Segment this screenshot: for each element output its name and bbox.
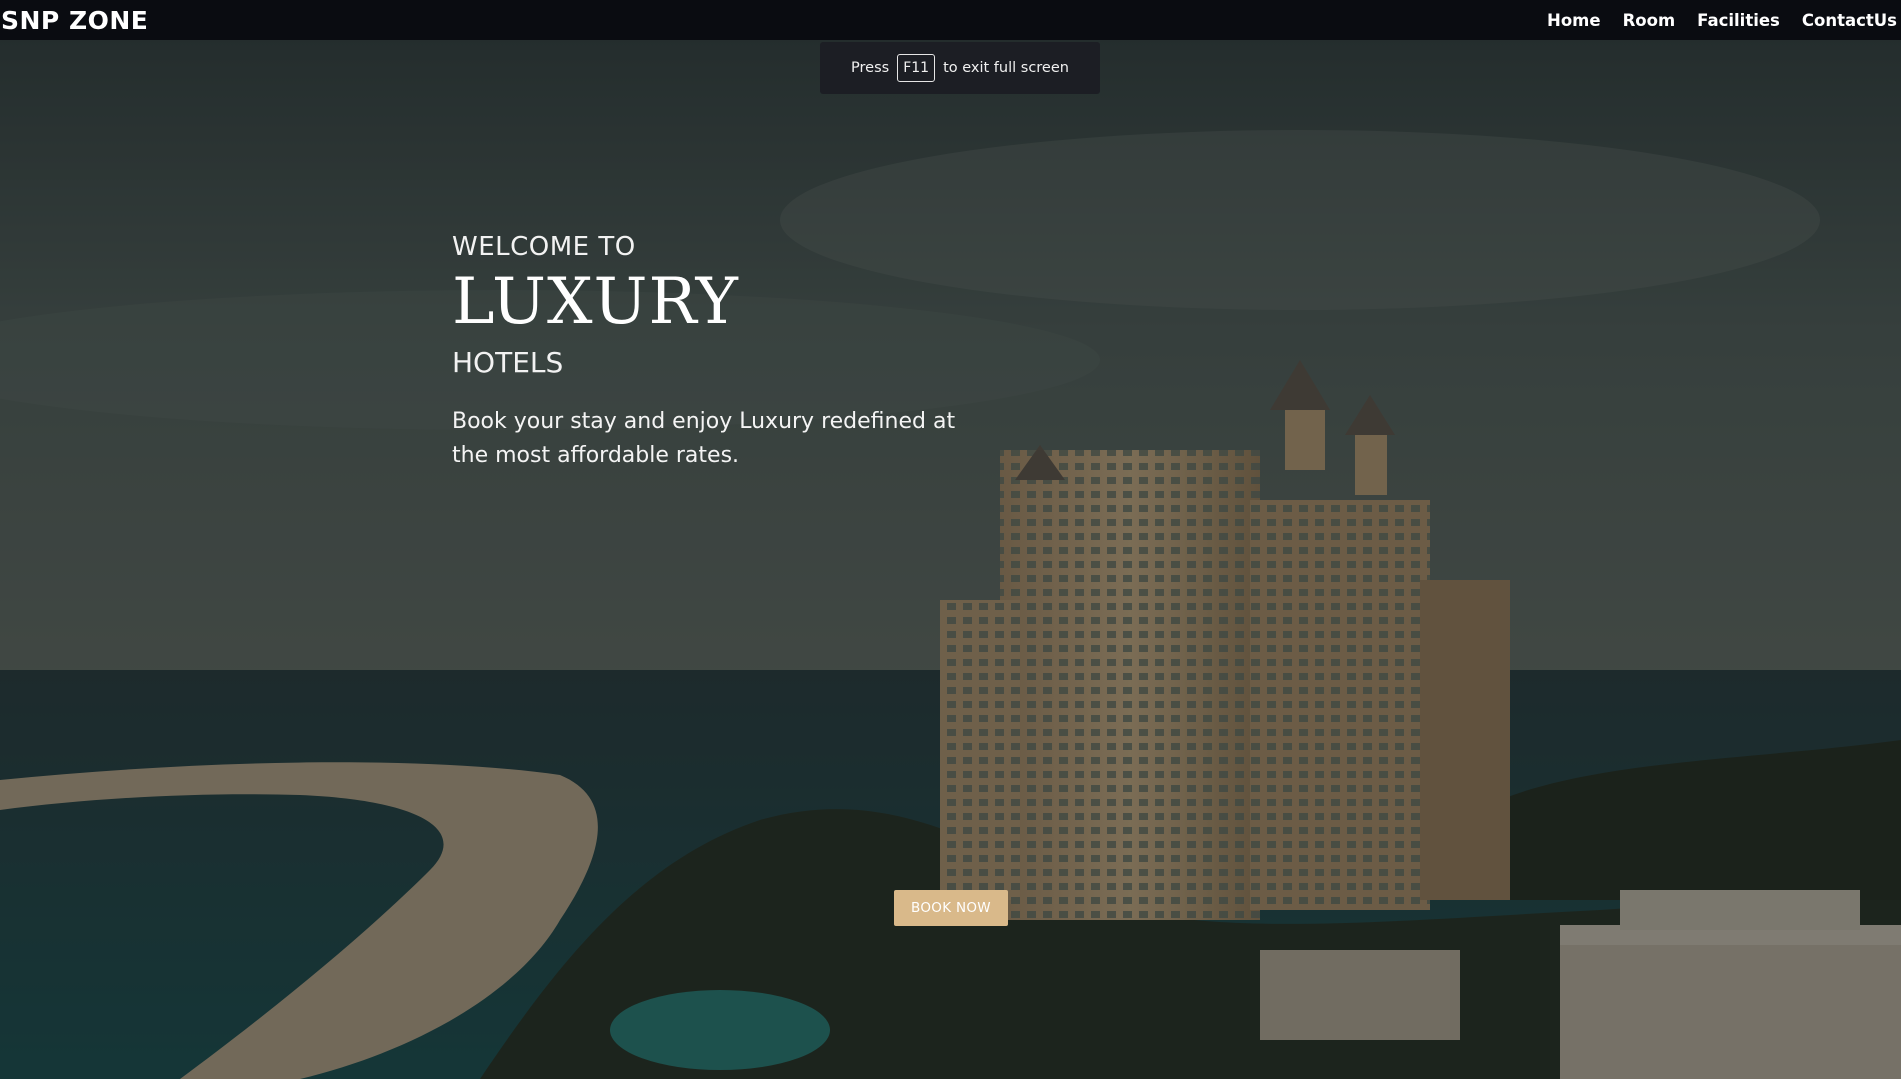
nav-link-room[interactable]: Room (1623, 11, 1676, 30)
book-now-button[interactable]: BOOK NOW (894, 890, 1008, 926)
hero-headline: LUXURY (452, 265, 739, 339)
top-navbar: SNP ZONE Home Room Facilities ContactUs (0, 0, 1901, 40)
hero-welcome-text: WELCOME TO (452, 232, 636, 262)
brand-logo[interactable]: SNP ZONE (0, 6, 148, 35)
fullscreen-notice-suffix: to exit full screen (943, 60, 1069, 76)
nav-link-facilities[interactable]: Facilities (1697, 11, 1780, 30)
nav-link-contactus[interactable]: ContactUs (1802, 11, 1897, 30)
hero-text-block: WELCOME TO LUXURY HOTELS Book your stay … (452, 232, 972, 473)
hero-tagline: Book your stay and enjoy Luxury redefine… (452, 409, 956, 468)
hero-subheadline: HOTELS (452, 346, 564, 379)
nav-link-home[interactable]: Home (1547, 11, 1601, 30)
f11-key-badge: F11 (897, 54, 936, 82)
nav-links: Home Room Facilities ContactUs (1547, 11, 1901, 30)
fullscreen-exit-notice: Press F11 to exit full screen (820, 42, 1100, 94)
fullscreen-notice-prefix: Press (851, 60, 890, 76)
